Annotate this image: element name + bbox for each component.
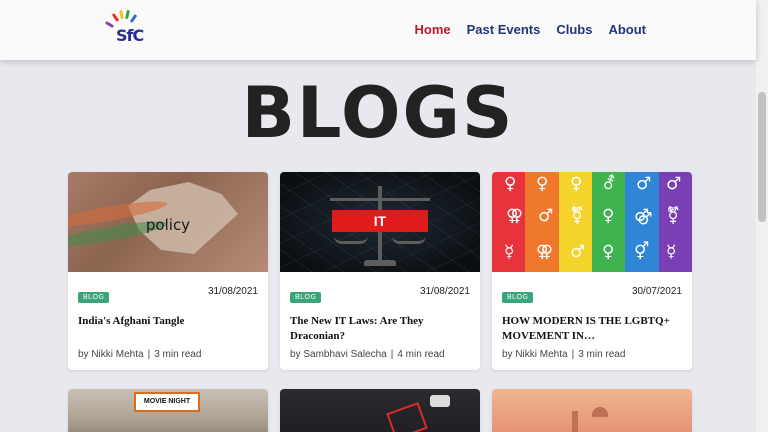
read-time: 3 min read xyxy=(578,349,626,360)
site-logo[interactable]: SfC xyxy=(100,8,148,50)
blog-title[interactable]: The New IT Laws: Are They Draconian? xyxy=(290,314,470,344)
cactus-silhouette xyxy=(592,407,608,417)
female-symbol-icon: ⚢ xyxy=(536,242,554,262)
transgender-symbol-icon: ⚧ xyxy=(570,206,585,226)
female-symbol-icon: ⚢ xyxy=(506,206,524,226)
scale-pan-left xyxy=(334,236,368,244)
card-body: BLOG 31/08/2021 The New IT Laws: Are The… xyxy=(280,272,480,370)
female-symbol-icon: ♀ xyxy=(536,174,549,194)
blog-card[interactable] xyxy=(280,389,480,432)
meta-separator: | xyxy=(147,349,151,360)
page-title: BLOGS xyxy=(241,72,515,154)
nav-about[interactable]: About xyxy=(608,22,646,37)
nav-clubs[interactable]: Clubs xyxy=(556,22,592,37)
category-badge[interactable]: BLOG xyxy=(78,292,110,303)
mercury-symbol-icon: ☿ xyxy=(666,242,677,262)
blog-title[interactable]: HOW MODERN IS THE LGBTQ+ MOVEMENT IN… xyxy=(502,314,682,344)
blog-card[interactable] xyxy=(492,389,692,432)
post-meta: by Nikki Mehta | 3 min read xyxy=(502,349,625,360)
author-name[interactable]: by Nikki Mehta xyxy=(78,349,144,360)
thumbnail-text: policy xyxy=(145,216,191,234)
logo-ray-yellow xyxy=(119,9,124,20)
female-symbol-icon: ♀ xyxy=(504,174,517,194)
site-header: SfC Home Past Events Clubs About xyxy=(0,0,756,60)
scrollbar-thumb[interactable] xyxy=(758,92,766,222)
meta-separator: | xyxy=(571,349,575,360)
blog-card[interactable]: IT BLOG 31/08/2021 The New IT Laws: Are … xyxy=(280,172,480,370)
cactus-silhouette xyxy=(572,411,578,432)
female-symbol-icon: ♀ xyxy=(570,174,583,194)
nav-home[interactable]: Home xyxy=(415,22,451,37)
post-date: 30/07/2021 xyxy=(631,286,682,297)
read-time: 3 min read xyxy=(154,349,202,360)
female-symbol-icon: ♀ xyxy=(602,206,615,226)
transgender-symbol-icon: ⚥ xyxy=(634,242,650,262)
male-symbol-icon: ⚦ xyxy=(602,174,617,194)
blog-card[interactable]: MOVIE NIGHT xyxy=(68,389,268,432)
blog-card[interactable]: policy BLOG 31/08/2021 India's Afghani T… xyxy=(68,172,268,370)
blog-card[interactable]: ♀ ♀ ♀ ⚦ ♂ ♂ ⚢ ♂ ⚧ ♀ ⚣ ⚧ ☿ ⚢ ♂ ♀ ⚥ ☿ BLOG… xyxy=(492,172,692,370)
blog-thumbnail[interactable]: ♀ ♀ ♀ ⚦ ♂ ♂ ⚢ ♂ ⚧ ♀ ⚣ ⚧ ☿ ⚢ ♂ ♀ ⚥ ☿ xyxy=(492,172,692,272)
blog-thumbnail[interactable] xyxy=(492,389,692,432)
female-symbol-icon: ♀ xyxy=(602,242,615,262)
card-body: BLOG 30/07/2021 HOW MODERN IS THE LGBTQ+… xyxy=(492,272,692,370)
youtube-logo-shape xyxy=(430,395,450,407)
page-scrollbar[interactable] xyxy=(756,0,768,432)
logo-text: SfC xyxy=(116,26,144,45)
male-symbol-icon: ♂ xyxy=(538,206,554,226)
meta-separator: | xyxy=(390,349,394,360)
movie-night-sign: MOVIE NIGHT xyxy=(134,392,200,412)
category-badge[interactable]: BLOG xyxy=(502,292,534,303)
logo-ray-purple xyxy=(104,20,115,29)
scale-base xyxy=(364,260,396,266)
logo-ray-red xyxy=(111,12,120,23)
male-symbol-icon: ♂ xyxy=(636,174,652,194)
main-nav: Home Past Events Clubs About xyxy=(415,22,647,37)
read-time: 4 min read xyxy=(397,349,445,360)
card-body: BLOG 31/08/2021 India's Afghani Tangle b… xyxy=(68,272,268,370)
blog-thumbnail[interactable]: MOVIE NIGHT xyxy=(68,389,268,432)
post-meta: by Sambhavi Salecha | 4 min read xyxy=(290,349,445,360)
author-name[interactable]: by Sambhavi Salecha xyxy=(290,349,387,360)
it-banner: IT xyxy=(332,210,428,232)
blog-thumbnail[interactable] xyxy=(280,389,480,432)
blog-thumbnail[interactable]: policy xyxy=(68,172,268,272)
thumbnail-text: IT xyxy=(373,213,387,229)
logo-ray-green xyxy=(125,9,130,20)
post-date: 31/08/2021 xyxy=(207,286,258,297)
mercury-symbol-icon: ☿ xyxy=(504,242,515,262)
scale-pan-right xyxy=(392,236,426,244)
male-symbol-icon: ♂ xyxy=(666,174,682,194)
logo-ray-blue xyxy=(129,13,138,24)
red-stamp-shape xyxy=(386,402,428,432)
post-meta: by Nikki Mehta | 3 min read xyxy=(78,349,201,360)
scale-beam xyxy=(330,198,430,201)
category-badge[interactable]: BLOG xyxy=(290,292,322,303)
post-date: 31/08/2021 xyxy=(419,286,470,297)
blog-title[interactable]: India's Afghani Tangle xyxy=(78,314,258,329)
blog-thumbnail[interactable]: IT xyxy=(280,172,480,272)
author-name[interactable]: by Nikki Mehta xyxy=(502,349,568,360)
male-symbol-icon: ⚣ xyxy=(634,206,653,226)
transgender-symbol-icon: ⚧ xyxy=(666,206,681,226)
nav-past-events[interactable]: Past Events xyxy=(467,22,541,37)
male-symbol-icon: ♂ xyxy=(570,242,586,262)
